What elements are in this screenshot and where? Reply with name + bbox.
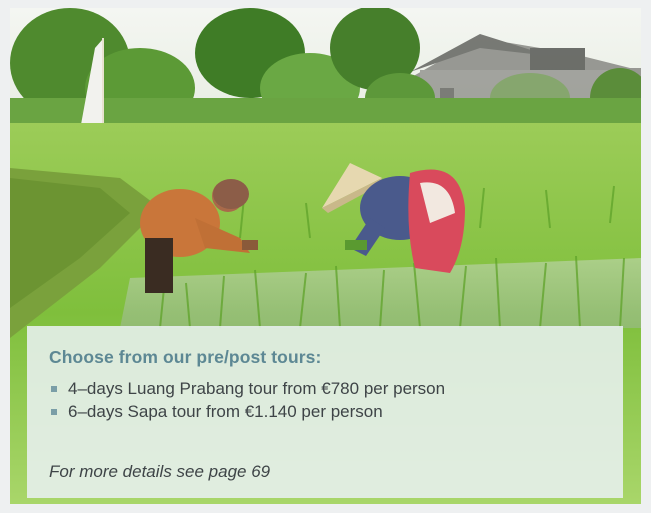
bullet-square-icon	[51, 409, 57, 415]
tour-item-text: 4–days Luang Prabang tour from €780 per …	[68, 379, 446, 398]
tour-item-text: 6–days Sapa tour from €1.140 per person	[68, 402, 383, 421]
tours-heading: Choose from our pre/post tours:	[49, 347, 322, 367]
tours-info-box: Choose from our pre/post tours: 4–days L…	[27, 326, 623, 498]
tours-list: 4–days Luang Prabang tour from €780 per …	[49, 377, 601, 423]
tour-item-luang-prabang: 4–days Luang Prabang tour from €780 per …	[49, 377, 601, 400]
bullet-square-icon	[51, 386, 57, 392]
tour-item-sapa: 6–days Sapa tour from €1.140 per person	[49, 400, 601, 423]
details-note: For more details see page 69	[49, 462, 271, 481]
